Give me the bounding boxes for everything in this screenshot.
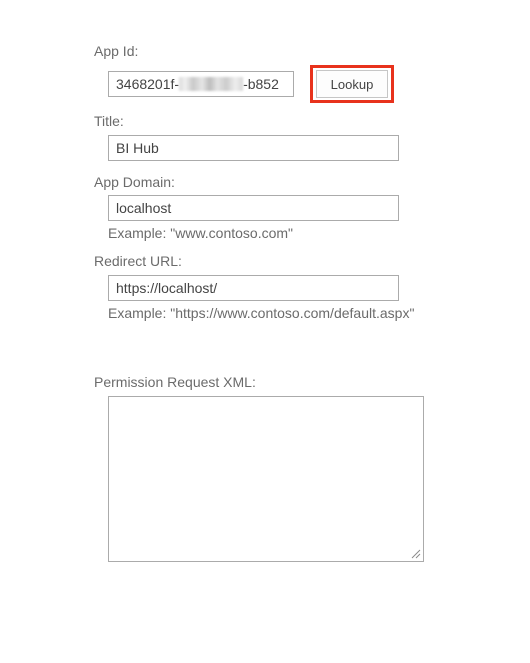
resize-grip-icon[interactable] bbox=[411, 549, 421, 559]
permission-xml-label: Permission Request XML: bbox=[94, 374, 256, 390]
permission-xml-textarea[interactable] bbox=[108, 396, 424, 562]
app-id-value-prefix: 3468201f- bbox=[116, 76, 180, 92]
title-input[interactable]: BI Hub bbox=[108, 135, 399, 161]
title-label: Title: bbox=[94, 113, 124, 129]
app-id-label: App Id: bbox=[94, 43, 139, 59]
redirect-url-example: Example: "https://www.contoso.com/defaul… bbox=[108, 305, 415, 321]
lookup-button[interactable]: Lookup bbox=[316, 70, 388, 98]
redacted-blur bbox=[179, 77, 244, 91]
app-domain-input[interactable]: localhost bbox=[108, 195, 399, 221]
app-domain-label: App Domain: bbox=[94, 174, 175, 190]
redirect-url-input[interactable]: https://localhost/ bbox=[108, 275, 399, 301]
app-domain-example: Example: "www.contoso.com" bbox=[108, 225, 294, 241]
redirect-url-label: Redirect URL: bbox=[94, 253, 182, 269]
app-id-input[interactable]: 3468201f- -b852 bbox=[108, 71, 294, 97]
app-id-value-suffix: -b852 bbox=[243, 76, 279, 92]
